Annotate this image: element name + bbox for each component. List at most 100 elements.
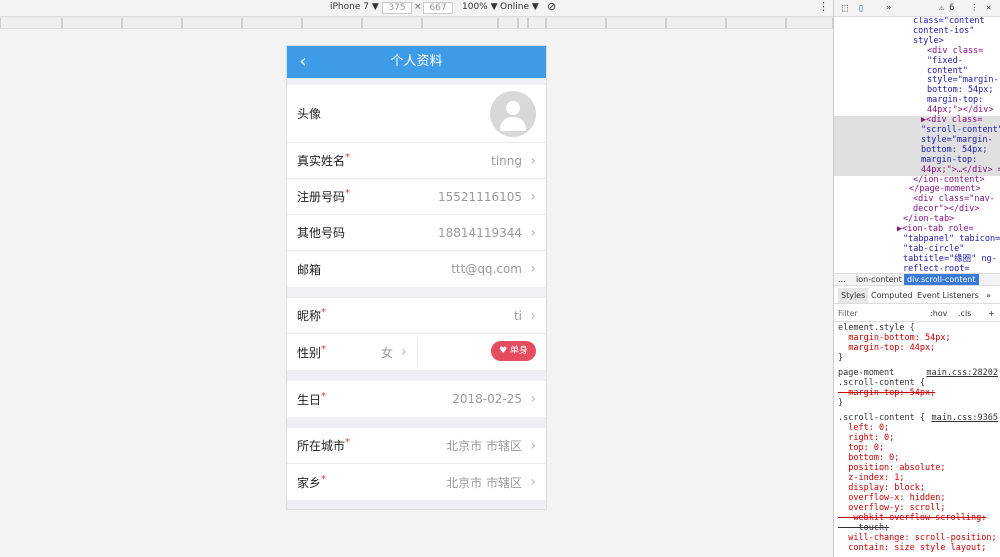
more-tabs-icon[interactable]: » bbox=[886, 3, 891, 13]
cls-toggle[interactable]: .cls bbox=[958, 306, 971, 321]
style-line: } bbox=[838, 353, 844, 363]
styles-filter-bar: Filter :hov .cls + bbox=[834, 306, 1000, 322]
phone-viewport: ‹ 个人资料 头像 真实姓名* tinng › 注册号码* 1552111610… bbox=[286, 45, 547, 510]
media-query-ruler bbox=[0, 17, 833, 29]
width-input[interactable]: 375 bbox=[382, 2, 412, 14]
crumb-selected[interactable]: div.scroll-content bbox=[904, 274, 979, 285]
chevron-right-icon: › bbox=[530, 474, 536, 490]
height-input[interactable]: 667 bbox=[423, 2, 453, 14]
regphone-row[interactable]: 注册号码* 15521116105 › bbox=[287, 179, 546, 215]
devtools-panel: ⬚ ▯ » ⚠ 6 ⋮ ✕ class="content content-ios"… bbox=[833, 0, 1000, 557]
device-toggle-icon[interactable]: ▯ bbox=[858, 3, 864, 14]
chevron-right-icon: › bbox=[530, 391, 536, 407]
nickname-row[interactable]: 昵称* ti › bbox=[287, 298, 546, 334]
add-rule-button[interactable]: + bbox=[988, 306, 995, 321]
style-line: bottom: 0; bbox=[838, 453, 900, 463]
tab-computed[interactable]: Computed bbox=[871, 288, 913, 303]
birthday-value: 2018-02-25 bbox=[452, 392, 522, 406]
profile-group-4: 所在城市* 北京市 市辖区 › 家乡* 北京市 市辖区 › bbox=[287, 428, 546, 500]
email-row[interactable]: 邮箱 ttt@qq.com › bbox=[287, 251, 546, 287]
menu-icon[interactable]: ⋮ bbox=[970, 3, 979, 13]
tab-event-listeners[interactable]: Event Listeners bbox=[917, 288, 979, 303]
style-line: top: 0; bbox=[838, 443, 885, 453]
style-line: .scroll-content { bbox=[838, 378, 925, 388]
otherphone-value: 18814119344 bbox=[438, 225, 522, 240]
realname-label: 真实姓名* bbox=[297, 152, 351, 168]
style-line: margin-top: 54px; bbox=[838, 388, 936, 398]
network-select[interactable]: Online ▼ bbox=[500, 2, 539, 12]
divider bbox=[417, 338, 418, 366]
more-options-icon[interactable]: ⋮ bbox=[818, 0, 829, 13]
otherphone-label: 其他号码 bbox=[297, 226, 346, 240]
tab-styles[interactable]: Styles bbox=[838, 288, 869, 303]
hov-toggle[interactable]: :hov bbox=[930, 306, 947, 321]
source-link[interactable]: main.css:9365 bbox=[931, 413, 998, 423]
hometown-row[interactable]: 家乡* 北京市 市辖区 › bbox=[287, 464, 546, 500]
inspect-icon[interactable]: ⬚ bbox=[842, 3, 848, 14]
zoom-select[interactable]: 100% ▼ bbox=[462, 2, 498, 12]
city-row[interactable]: 所在城市* 北京市 市辖区 › bbox=[287, 428, 546, 464]
avatar[interactable] bbox=[490, 90, 536, 137]
dom-node-line[interactable]: "fixed- bbox=[834, 56, 1000, 67]
dom-tree[interactable]: class="content content-ios" style> <div cla… bbox=[834, 17, 1000, 272]
device-select[interactable]: iPhone 7 ▼ bbox=[330, 2, 379, 12]
close-icon[interactable]: ✕ bbox=[986, 3, 991, 13]
style-line: will-change: scroll-position; bbox=[838, 533, 997, 543]
filter-input[interactable]: Filter bbox=[838, 306, 858, 321]
source-link[interactable]: main.css:28202 bbox=[926, 368, 998, 378]
realname-value: tinng bbox=[491, 153, 522, 168]
styles-tabs: Styles Computed Event Listeners » bbox=[834, 288, 1000, 304]
style-line: contain: size style layout; bbox=[838, 543, 987, 553]
email-label: 邮箱 bbox=[297, 262, 322, 277]
hometown-label: 家乡* bbox=[297, 473, 327, 490]
chevron-right-icon: › bbox=[530, 188, 536, 205]
realname-row[interactable]: 真实姓名* tinng › bbox=[287, 143, 546, 179]
regphone-value: 15521116105 bbox=[438, 189, 522, 204]
profile-group-3: 生日* 2018-02-25 › bbox=[287, 381, 546, 417]
device-emulator-area: iPhone 7 ▼ 375 × 667 100% ▼ Online ▼ ⊘ ⋮… bbox=[0, 0, 833, 557]
style-line: element.style { bbox=[838, 323, 915, 333]
style-line: left: 0; bbox=[838, 423, 890, 433]
style-line: margin-bottom: 54px; bbox=[838, 333, 951, 343]
city-value: 北京市 市辖区 bbox=[446, 439, 522, 453]
city-label: 所在城市* bbox=[297, 437, 351, 453]
birthday-row[interactable]: 生日* 2018-02-25 › bbox=[287, 381, 546, 417]
style-line: } bbox=[838, 398, 844, 408]
chevron-right-icon: › bbox=[401, 344, 407, 360]
warnings-badge[interactable]: ⚠ 6 bbox=[939, 3, 954, 13]
chevron-right-icon: › bbox=[530, 307, 536, 324]
otherphone-row[interactable]: 其他号码 18814119344 › bbox=[287, 215, 546, 251]
single-status-button[interactable]: ♥ 单身 bbox=[491, 341, 536, 361]
regphone-label: 注册号码* bbox=[297, 188, 351, 204]
chevron-right-icon: › bbox=[530, 261, 536, 277]
avatar-row[interactable]: 头像 bbox=[287, 85, 546, 143]
chevron-right-icon: › bbox=[530, 152, 536, 169]
style-line: touch; bbox=[838, 523, 890, 533]
dom-node-line[interactable]: <div class= bbox=[834, 46, 1000, 57]
times-sign: × bbox=[414, 2, 422, 12]
birthday-label: 生日* bbox=[297, 390, 327, 407]
breadcrumb: ... ion-content div.scroll-content bbox=[834, 273, 1000, 286]
style-line: -webkit-overflow-scrolling: bbox=[838, 513, 987, 523]
devtools-top-bar: ⬚ ▯ » ⚠ 6 ⋮ ✕ bbox=[834, 0, 1000, 17]
dom-node-line[interactable]: reflect-root= bbox=[834, 264, 1000, 272]
nickname-value: ti bbox=[513, 308, 522, 323]
gender-label: 性别* bbox=[297, 343, 327, 360]
tab-more[interactable]: » bbox=[986, 288, 991, 303]
nickname-label: 昵称* bbox=[297, 307, 327, 323]
style-line: overflow-y: scroll; bbox=[838, 503, 946, 513]
back-chevron-icon[interactable]: ‹ bbox=[293, 46, 313, 78]
page-title: 个人资料 bbox=[390, 54, 443, 69]
profile-group-1: 头像 真实姓名* tinng › 注册号码* 15521116105 › 其他号… bbox=[287, 85, 546, 287]
dom-node-line[interactable]: 44px;">…</div> == bbox=[834, 165, 1000, 176]
crumb-dots[interactable]: ... bbox=[838, 274, 846, 285]
crumb-ion-content[interactable]: ion-content bbox=[856, 274, 902, 285]
rotate-icon[interactable]: ⊘ bbox=[547, 0, 556, 13]
hometown-value: 北京市 市辖区 bbox=[446, 475, 522, 490]
gender-row[interactable]: 性别* 女 › ♥ 单身 bbox=[287, 334, 546, 370]
style-line: right: 0; bbox=[838, 433, 895, 443]
style-line: page-moment main.css:28202 bbox=[838, 368, 998, 378]
styles-pane[interactable]: element.style { margin-bottom: 54px; mar… bbox=[834, 323, 1000, 557]
avatar-label: 头像 bbox=[297, 107, 322, 121]
device-toolbar: iPhone 7 ▼ 375 × 667 100% ▼ Online ▼ ⊘ ⋮ bbox=[0, 0, 833, 17]
